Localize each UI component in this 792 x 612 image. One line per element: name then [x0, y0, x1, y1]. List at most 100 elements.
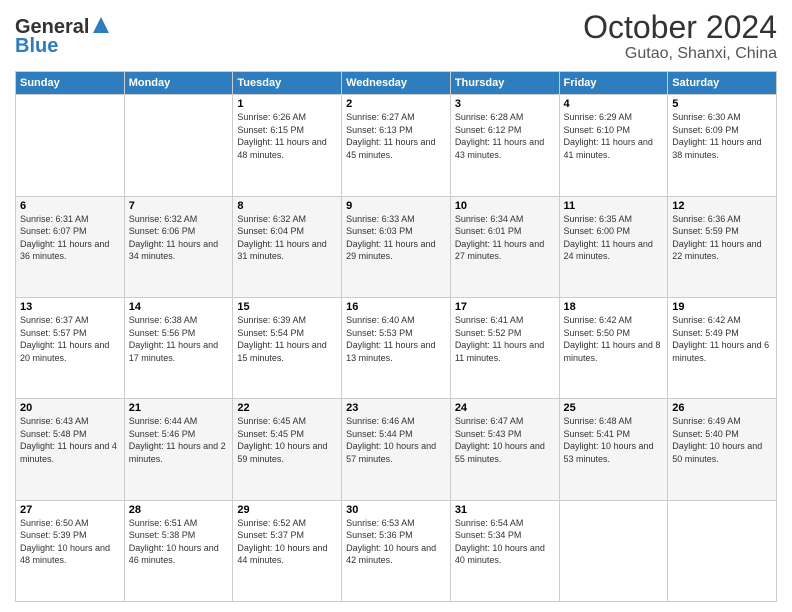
- day-number: 10: [455, 200, 555, 212]
- day-number: 22: [237, 402, 337, 414]
- day-detail: Sunrise: 6:32 AM Sunset: 6:06 PM Dayligh…: [129, 213, 229, 263]
- day-detail: Sunrise: 6:38 AM Sunset: 5:56 PM Dayligh…: [129, 314, 229, 364]
- day-detail: Sunrise: 6:39 AM Sunset: 5:54 PM Dayligh…: [237, 314, 337, 364]
- day-number: 27: [20, 504, 120, 516]
- col-monday: Monday: [124, 72, 233, 95]
- col-wednesday: Wednesday: [342, 72, 451, 95]
- calendar-cell: 6Sunrise: 6:31 AM Sunset: 6:07 PM Daylig…: [16, 196, 125, 297]
- calendar-cell: 31Sunrise: 6:54 AM Sunset: 5:34 PM Dayli…: [450, 500, 559, 601]
- day-detail: Sunrise: 6:36 AM Sunset: 5:59 PM Dayligh…: [672, 213, 772, 263]
- calendar-cell: 1Sunrise: 6:26 AM Sunset: 6:15 PM Daylig…: [233, 95, 342, 196]
- calendar-week-3: 13Sunrise: 6:37 AM Sunset: 5:57 PM Dayli…: [16, 297, 777, 398]
- day-detail: Sunrise: 6:45 AM Sunset: 5:45 PM Dayligh…: [237, 415, 337, 465]
- calendar-cell: 28Sunrise: 6:51 AM Sunset: 5:38 PM Dayli…: [124, 500, 233, 601]
- calendar-cell: 19Sunrise: 6:42 AM Sunset: 5:49 PM Dayli…: [668, 297, 777, 398]
- calendar-cell: 3Sunrise: 6:28 AM Sunset: 6:12 PM Daylig…: [450, 95, 559, 196]
- calendar-week-5: 27Sunrise: 6:50 AM Sunset: 5:39 PM Dayli…: [16, 500, 777, 601]
- day-detail: Sunrise: 6:44 AM Sunset: 5:46 PM Dayligh…: [129, 415, 229, 465]
- header: General Blue October 2024 Gutao, Shanxi,…: [15, 10, 777, 63]
- calendar-cell: 21Sunrise: 6:44 AM Sunset: 5:46 PM Dayli…: [124, 399, 233, 500]
- calendar-cell: 30Sunrise: 6:53 AM Sunset: 5:36 PM Dayli…: [342, 500, 451, 601]
- calendar-cell: 17Sunrise: 6:41 AM Sunset: 5:52 PM Dayli…: [450, 297, 559, 398]
- day-detail: Sunrise: 6:40 AM Sunset: 5:53 PM Dayligh…: [346, 314, 446, 364]
- page-title: October 2024: [583, 10, 777, 45]
- calendar-cell: 23Sunrise: 6:46 AM Sunset: 5:44 PM Dayli…: [342, 399, 451, 500]
- calendar-cell: 25Sunrise: 6:48 AM Sunset: 5:41 PM Dayli…: [559, 399, 668, 500]
- day-detail: Sunrise: 6:53 AM Sunset: 5:36 PM Dayligh…: [346, 517, 446, 567]
- day-detail: Sunrise: 6:42 AM Sunset: 5:49 PM Dayligh…: [672, 314, 772, 364]
- day-detail: Sunrise: 6:27 AM Sunset: 6:13 PM Dayligh…: [346, 111, 446, 161]
- calendar-cell: 26Sunrise: 6:49 AM Sunset: 5:40 PM Dayli…: [668, 399, 777, 500]
- calendar-cell: [16, 95, 125, 196]
- calendar-cell: 7Sunrise: 6:32 AM Sunset: 6:06 PM Daylig…: [124, 196, 233, 297]
- col-thursday: Thursday: [450, 72, 559, 95]
- day-detail: Sunrise: 6:42 AM Sunset: 5:50 PM Dayligh…: [564, 314, 664, 364]
- day-detail: Sunrise: 6:35 AM Sunset: 6:00 PM Dayligh…: [564, 213, 664, 263]
- day-detail: Sunrise: 6:50 AM Sunset: 5:39 PM Dayligh…: [20, 517, 120, 567]
- day-number: 15: [237, 301, 337, 313]
- day-detail: Sunrise: 6:48 AM Sunset: 5:41 PM Dayligh…: [564, 415, 664, 465]
- day-number: 26: [672, 402, 772, 414]
- calendar-cell: 18Sunrise: 6:42 AM Sunset: 5:50 PM Dayli…: [559, 297, 668, 398]
- calendar-table: Sunday Monday Tuesday Wednesday Thursday…: [15, 71, 777, 602]
- page-subtitle: Gutao, Shanxi, China: [583, 45, 777, 63]
- title-block: October 2024 Gutao, Shanxi, China: [583, 10, 777, 63]
- day-detail: Sunrise: 6:41 AM Sunset: 5:52 PM Dayligh…: [455, 314, 555, 364]
- day-detail: Sunrise: 6:34 AM Sunset: 6:01 PM Dayligh…: [455, 213, 555, 263]
- logo-icon: [91, 15, 111, 35]
- calendar-cell: 24Sunrise: 6:47 AM Sunset: 5:43 PM Dayli…: [450, 399, 559, 500]
- calendar-cell: 27Sunrise: 6:50 AM Sunset: 5:39 PM Dayli…: [16, 500, 125, 601]
- page: General Blue October 2024 Gutao, Shanxi,…: [0, 0, 792, 612]
- day-number: 19: [672, 301, 772, 313]
- calendar-week-2: 6Sunrise: 6:31 AM Sunset: 6:07 PM Daylig…: [16, 196, 777, 297]
- day-number: 12: [672, 200, 772, 212]
- day-number: 29: [237, 504, 337, 516]
- day-detail: Sunrise: 6:30 AM Sunset: 6:09 PM Dayligh…: [672, 111, 772, 161]
- day-detail: Sunrise: 6:52 AM Sunset: 5:37 PM Dayligh…: [237, 517, 337, 567]
- col-tuesday: Tuesday: [233, 72, 342, 95]
- day-number: 30: [346, 504, 446, 516]
- day-number: 25: [564, 402, 664, 414]
- day-number: 24: [455, 402, 555, 414]
- day-detail: Sunrise: 6:32 AM Sunset: 6:04 PM Dayligh…: [237, 213, 337, 263]
- calendar-cell: 11Sunrise: 6:35 AM Sunset: 6:00 PM Dayli…: [559, 196, 668, 297]
- day-number: 18: [564, 301, 664, 313]
- calendar-cell: 8Sunrise: 6:32 AM Sunset: 6:04 PM Daylig…: [233, 196, 342, 297]
- day-detail: Sunrise: 6:51 AM Sunset: 5:38 PM Dayligh…: [129, 517, 229, 567]
- day-detail: Sunrise: 6:37 AM Sunset: 5:57 PM Dayligh…: [20, 314, 120, 364]
- calendar-cell: 10Sunrise: 6:34 AM Sunset: 6:01 PM Dayli…: [450, 196, 559, 297]
- day-detail: Sunrise: 6:43 AM Sunset: 5:48 PM Dayligh…: [20, 415, 120, 465]
- calendar-cell: 29Sunrise: 6:52 AM Sunset: 5:37 PM Dayli…: [233, 500, 342, 601]
- day-detail: Sunrise: 6:46 AM Sunset: 5:44 PM Dayligh…: [346, 415, 446, 465]
- day-number: 17: [455, 301, 555, 313]
- calendar-cell: 22Sunrise: 6:45 AM Sunset: 5:45 PM Dayli…: [233, 399, 342, 500]
- day-detail: Sunrise: 6:47 AM Sunset: 5:43 PM Dayligh…: [455, 415, 555, 465]
- calendar-cell: 15Sunrise: 6:39 AM Sunset: 5:54 PM Dayli…: [233, 297, 342, 398]
- calendar-cell: [124, 95, 233, 196]
- day-detail: Sunrise: 6:49 AM Sunset: 5:40 PM Dayligh…: [672, 415, 772, 465]
- calendar-cell: 2Sunrise: 6:27 AM Sunset: 6:13 PM Daylig…: [342, 95, 451, 196]
- day-number: 9: [346, 200, 446, 212]
- day-detail: Sunrise: 6:31 AM Sunset: 6:07 PM Dayligh…: [20, 213, 120, 263]
- day-number: 1: [237, 98, 337, 110]
- day-number: 28: [129, 504, 229, 516]
- logo: General Blue: [15, 16, 111, 58]
- day-number: 5: [672, 98, 772, 110]
- calendar-cell: [559, 500, 668, 601]
- day-number: 7: [129, 200, 229, 212]
- calendar-cell: [668, 500, 777, 601]
- day-number: 31: [455, 504, 555, 516]
- calendar-cell: 4Sunrise: 6:29 AM Sunset: 6:10 PM Daylig…: [559, 95, 668, 196]
- day-number: 20: [20, 402, 120, 414]
- day-number: 16: [346, 301, 446, 313]
- day-number: 6: [20, 200, 120, 212]
- col-friday: Friday: [559, 72, 668, 95]
- day-detail: Sunrise: 6:54 AM Sunset: 5:34 PM Dayligh…: [455, 517, 555, 567]
- calendar-cell: 12Sunrise: 6:36 AM Sunset: 5:59 PM Dayli…: [668, 196, 777, 297]
- day-number: 21: [129, 402, 229, 414]
- day-detail: Sunrise: 6:26 AM Sunset: 6:15 PM Dayligh…: [237, 111, 337, 161]
- day-number: 2: [346, 98, 446, 110]
- calendar-week-4: 20Sunrise: 6:43 AM Sunset: 5:48 PM Dayli…: [16, 399, 777, 500]
- day-detail: Sunrise: 6:33 AM Sunset: 6:03 PM Dayligh…: [346, 213, 446, 263]
- calendar-cell: 14Sunrise: 6:38 AM Sunset: 5:56 PM Dayli…: [124, 297, 233, 398]
